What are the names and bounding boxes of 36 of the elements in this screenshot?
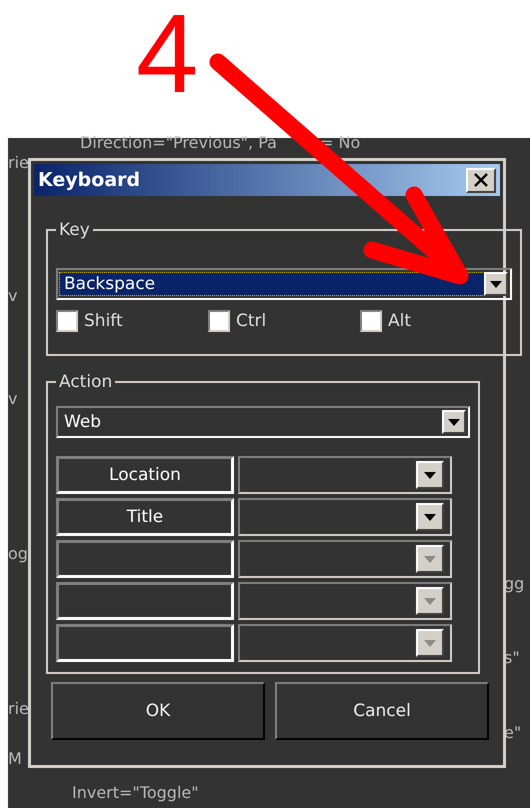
checkbox[interactable] [360, 310, 382, 332]
parameter-button[interactable] [56, 624, 234, 662]
dropdown-value: Backspace [60, 273, 484, 295]
action-dropdown[interactable]: Web [56, 406, 470, 438]
code-text: og [8, 543, 28, 565]
code-text: rie [8, 152, 29, 174]
parameter-button[interactable] [56, 540, 234, 578]
parameter-button[interactable] [56, 582, 234, 620]
checkbox-label: Ctrl [236, 311, 266, 331]
parameter-button[interactable]: Title [56, 498, 234, 536]
code-text: v [8, 285, 18, 307]
window-title: Keyboard [38, 169, 140, 191]
parameter-dropdown[interactable] [238, 624, 452, 662]
parameter-dropdown[interactable] [238, 582, 452, 620]
code-text: v [8, 388, 18, 410]
parameter-dropdown[interactable] [238, 540, 452, 578]
parameter-button[interactable]: Location [56, 456, 234, 494]
code-text: Invert="Toggle" [72, 782, 199, 804]
code-text: Direction="Previous", Pa [80, 132, 277, 154]
close-icon [473, 173, 489, 187]
code-text: rie [8, 698, 29, 720]
group-label: Key [58, 220, 91, 240]
key-dropdown[interactable]: Backspace [56, 268, 512, 300]
checkbox-label: Alt [388, 311, 412, 331]
dropdown-value: Web [63, 411, 102, 433]
parameter-dropdown[interactable] [238, 498, 452, 536]
step-number: 4 [136, 0, 198, 116]
group-label: Action [58, 372, 114, 392]
checkbox-label: Shift [84, 311, 123, 331]
dialog-button[interactable]: OK [51, 682, 265, 740]
checkbox[interactable] [208, 310, 230, 332]
checkbox[interactable] [56, 310, 78, 332]
close-button[interactable] [466, 168, 496, 192]
parameter-dropdown[interactable] [238, 456, 452, 494]
dialog-button[interactable]: Cancel [275, 682, 489, 740]
code-text: M [8, 748, 22, 770]
